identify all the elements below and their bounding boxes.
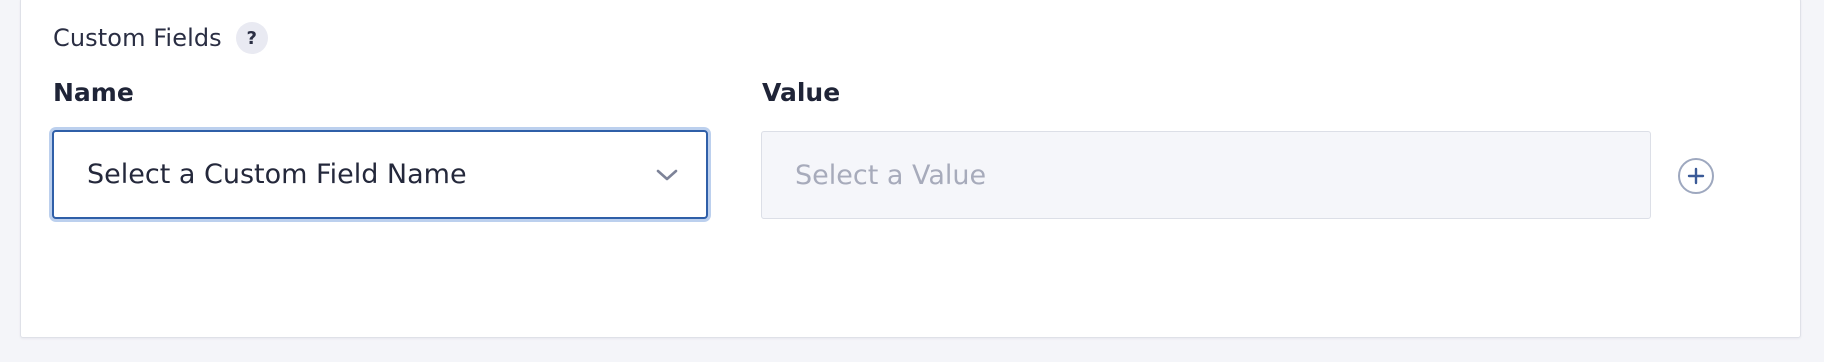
chevron-down-icon: [654, 162, 680, 188]
custom-field-name-select[interactable]: Select a Custom Field Name: [52, 130, 708, 219]
custom-field-value-input[interactable]: [761, 131, 1651, 219]
value-column-label: Value: [762, 78, 841, 107]
help-icon[interactable]: ?: [235, 22, 268, 54]
section-header: Custom Fields ?: [53, 22, 268, 54]
name-column-label: Name: [53, 78, 134, 107]
plus-icon: [1687, 167, 1705, 185]
add-custom-field-button[interactable]: [1678, 158, 1714, 194]
section-title: Custom Fields: [53, 24, 222, 52]
custom-field-name-select-value: Select a Custom Field Name: [87, 159, 467, 190]
